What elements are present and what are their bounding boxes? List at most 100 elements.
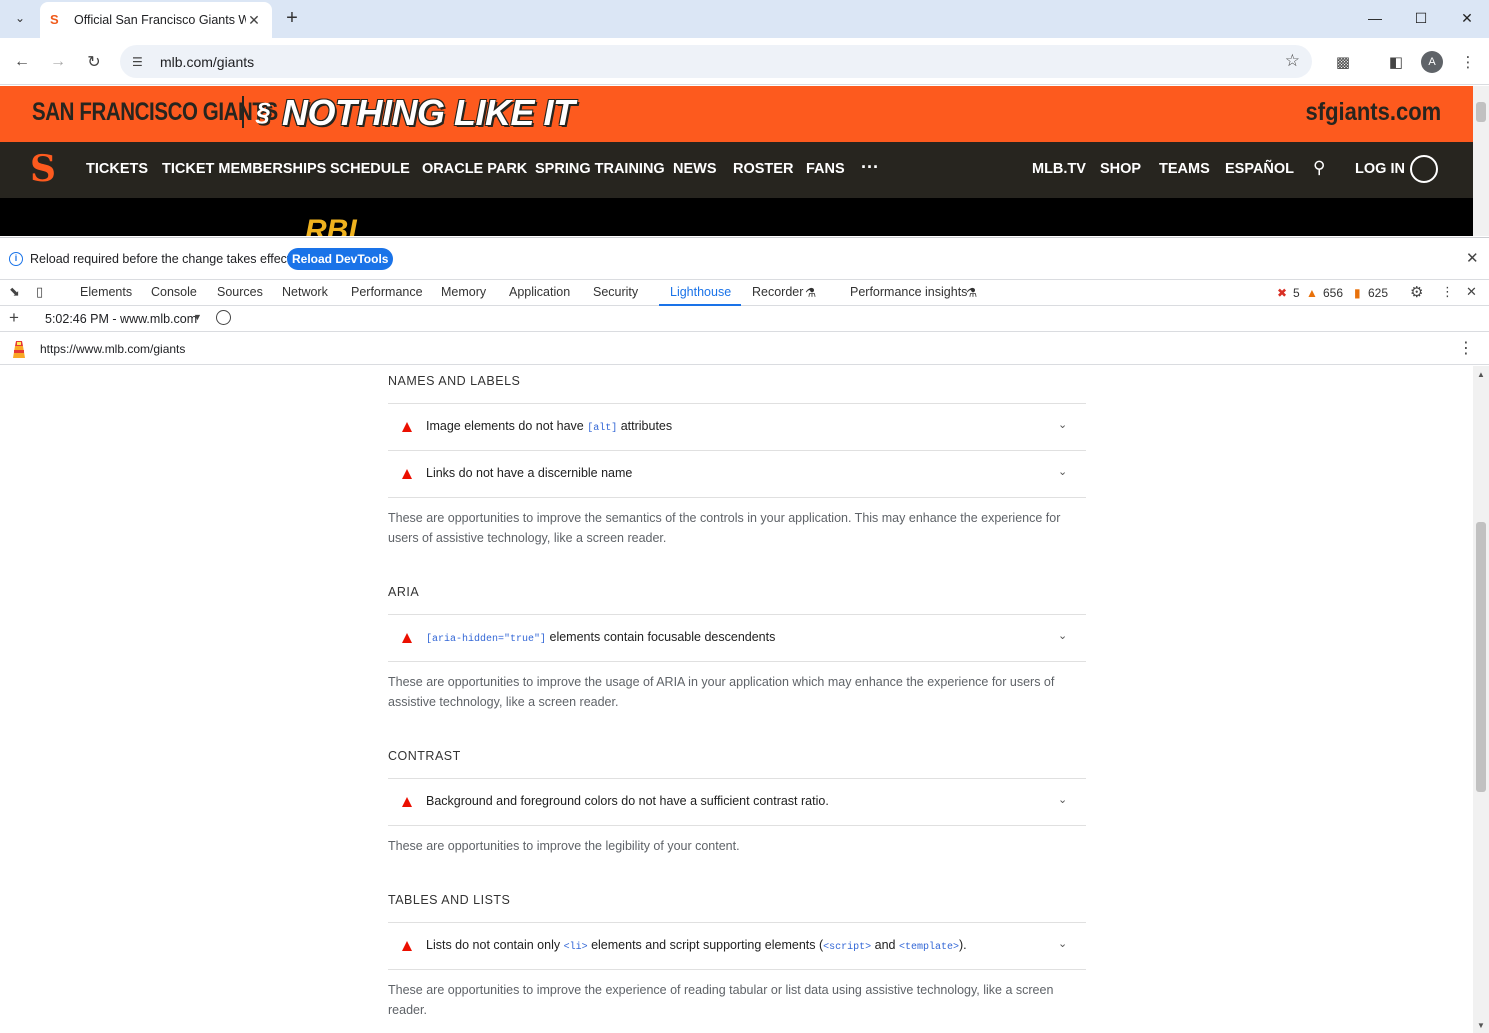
nav-ticket-memberships[interactable]: TICKET MEMBERSHIPS [162, 161, 326, 177]
group-title-tables-lists: TABLES AND LISTS [388, 893, 511, 907]
devtools-menu-icon[interactable]: ⋮ [1441, 284, 1454, 300]
slogan: NOTHING LIKE IT [282, 92, 575, 133]
nav-mlbtv[interactable]: MLB.TV [1032, 161, 1086, 177]
nav-more-icon[interactable]: ··· [861, 157, 879, 178]
nav-espanol[interactable]: ESPAÑOL [1225, 161, 1294, 177]
tab-performance-insights[interactable]: Performance insights [850, 285, 967, 299]
nav-roster[interactable]: ROSTER [733, 161, 793, 177]
audit-image-alt[interactable]: Image elements do not have [alt] attribu… [388, 403, 1086, 450]
flask-icon: ⚗ [805, 286, 817, 300]
audit-aria-hidden[interactable]: [aria-hidden="true"] elements contain fo… [388, 614, 1086, 661]
back-icon[interactable]: ← [8, 48, 36, 76]
error-icon[interactable]: ✖ [1277, 286, 1287, 300]
chevron-down-icon[interactable]: ⌄ [1058, 465, 1072, 479]
nav-fans[interactable]: FANS [806, 161, 845, 177]
warning-icon[interactable]: ▲ [1306, 286, 1318, 300]
info-icon: i [9, 252, 23, 266]
tab-close-icon[interactable]: ✕ [246, 12, 262, 29]
tab-memory[interactable]: Memory [441, 285, 486, 299]
error-count[interactable]: 5 [1293, 286, 1300, 300]
window-close-icon[interactable]: ✕ [1444, 0, 1489, 36]
nav-shop[interactable]: SHOP [1100, 161, 1141, 177]
issues-count[interactable]: 625 [1368, 286, 1388, 300]
address-bar[interactable]: ☰ mlb.com/giants ☆ [120, 45, 1312, 78]
hero-graphic: RBI [305, 214, 357, 236]
lighthouse-icon [13, 341, 25, 358]
bookmark-star-icon[interactable]: ☆ [1285, 51, 1300, 71]
browser-menu-icon[interactable]: ⋮ [1456, 50, 1480, 74]
reload-devtools-button[interactable]: Reload DevTools [287, 248, 394, 270]
site-search-icon[interactable]: ⚲ [1313, 158, 1325, 178]
chevron-down-icon[interactable]: ⌄ [1058, 793, 1072, 807]
site-info-icon[interactable]: ☰ [132, 55, 150, 69]
audit-link-name[interactable]: Links do not have a discernible name ⌄ [388, 450, 1086, 497]
nav-spring-training[interactable]: SPRING TRAINING [535, 161, 665, 177]
settings-gear-icon[interactable]: ⚙ [1410, 283, 1423, 301]
tab-title: Official San Francisco Giants We [74, 13, 246, 27]
scroll-up-icon[interactable]: ▲ [1477, 370, 1485, 379]
scroll-down-icon[interactable]: ▼ [1477, 1021, 1485, 1030]
infobar-message: Reload required before the change takes … [30, 252, 294, 266]
browser-tab[interactable]: S Official San Francisco Giants We ✕ [40, 2, 272, 38]
web-page-viewport: SAN FRANCISCO GIANTS § NOTHING LIKE IT s… [0, 86, 1473, 236]
tab-security[interactable]: Security [593, 285, 638, 299]
audit-color-contrast[interactable]: Background and foreground colors do not … [388, 778, 1086, 825]
infobar-close-icon[interactable]: ✕ [1466, 249, 1479, 267]
report-scrollbar[interactable]: ▲ ▼ [1473, 366, 1489, 1033]
report-menu-icon[interactable]: ⋮ [1458, 338, 1474, 358]
tab-performance[interactable]: Performance [351, 285, 423, 299]
report-scrollbar-thumb[interactable] [1476, 522, 1486, 792]
fail-triangle-icon [402, 633, 412, 643]
chevron-down-icon[interactable]: ⌄ [1058, 418, 1072, 432]
devtools-close-icon[interactable]: ✕ [1466, 284, 1477, 300]
page-scrollbar-thumb[interactable] [1476, 102, 1486, 122]
browser-toolbar: ← → ↻ ☰ mlb.com/giants ☆ ▩ ◧ A ⋮ [0, 38, 1489, 85]
tab-network[interactable]: Network [282, 285, 328, 299]
nav-schedule[interactable]: SCHEDULE [330, 161, 410, 177]
profile-avatar[interactable]: A [1421, 51, 1443, 73]
nav-tickets[interactable]: TICKETS [86, 161, 148, 177]
nav-oracle-park[interactable]: ORACLE PARK [422, 161, 527, 177]
side-panel-icon[interactable]: ◧ [1384, 50, 1408, 74]
inspect-element-icon[interactable]: ⬊ [9, 284, 20, 300]
giants-logo-icon[interactable]: S [30, 148, 56, 190]
url-text[interactable]: mlb.com/giants [160, 54, 254, 70]
tab-console[interactable]: Console [151, 285, 197, 299]
new-tab-icon[interactable]: + [280, 7, 304, 31]
tab-sources[interactable]: Sources [217, 285, 263, 299]
report-url: https://www.mlb.com/giants [40, 342, 186, 356]
chevron-down-icon[interactable]: ⌄ [1058, 937, 1072, 951]
tab-application[interactable]: Application [509, 285, 570, 299]
clear-reports-icon[interactable] [216, 310, 231, 325]
device-toolbar-icon[interactable]: ▯ [36, 284, 43, 300]
site-domain[interactable]: sfgiants.com [1305, 98, 1441, 127]
tab-lighthouse[interactable]: Lighthouse [670, 285, 731, 299]
group-description: These are opportunities to improve the l… [388, 825, 1086, 856]
issues-icon[interactable]: ▮ [1354, 286, 1361, 300]
minimize-icon[interactable]: — [1352, 0, 1398, 36]
nav-teams[interactable]: TEAMS [1159, 161, 1210, 177]
group-title-aria: ARIA [388, 585, 420, 599]
new-report-icon[interactable]: + [9, 308, 19, 328]
user-account-icon[interactable] [1410, 155, 1438, 183]
tab-elements[interactable]: Elements [80, 285, 132, 299]
devtools-infobar: i Reload required before the change take… [0, 237, 1489, 280]
fail-triangle-icon [402, 422, 412, 432]
report-selector[interactable]: 5:02:46 PM - www.mlb.com [45, 312, 197, 326]
maximize-icon[interactable]: ☐ [1398, 0, 1444, 36]
chevron-down-icon[interactable]: ⌄ [1058, 629, 1072, 643]
warning-count[interactable]: 656 [1323, 286, 1343, 300]
login-link[interactable]: LOG IN [1355, 161, 1405, 177]
team-name: SAN FRANCISCO GIANTS [32, 98, 278, 126]
tab-search-icon[interactable]: ⌄ [8, 6, 32, 30]
forward-icon[interactable]: → [44, 48, 72, 76]
tab-recorder[interactable]: Recorder [752, 285, 803, 299]
nav-news[interactable]: NEWS [673, 161, 717, 177]
report-dropdown-icon[interactable]: ▼ [193, 312, 202, 322]
extensions-icon[interactable]: ▩ [1331, 50, 1355, 74]
site-nav: S TICKETS TICKET MEMBERSHIPS SCHEDULE OR… [0, 142, 1473, 198]
audit-list[interactable]: Lists do not contain only <li> elements … [388, 922, 1086, 969]
flask-icon: ⚗ [966, 286, 978, 300]
reload-icon[interactable]: ↻ [80, 48, 108, 76]
page-scrollbar[interactable] [1473, 86, 1489, 236]
